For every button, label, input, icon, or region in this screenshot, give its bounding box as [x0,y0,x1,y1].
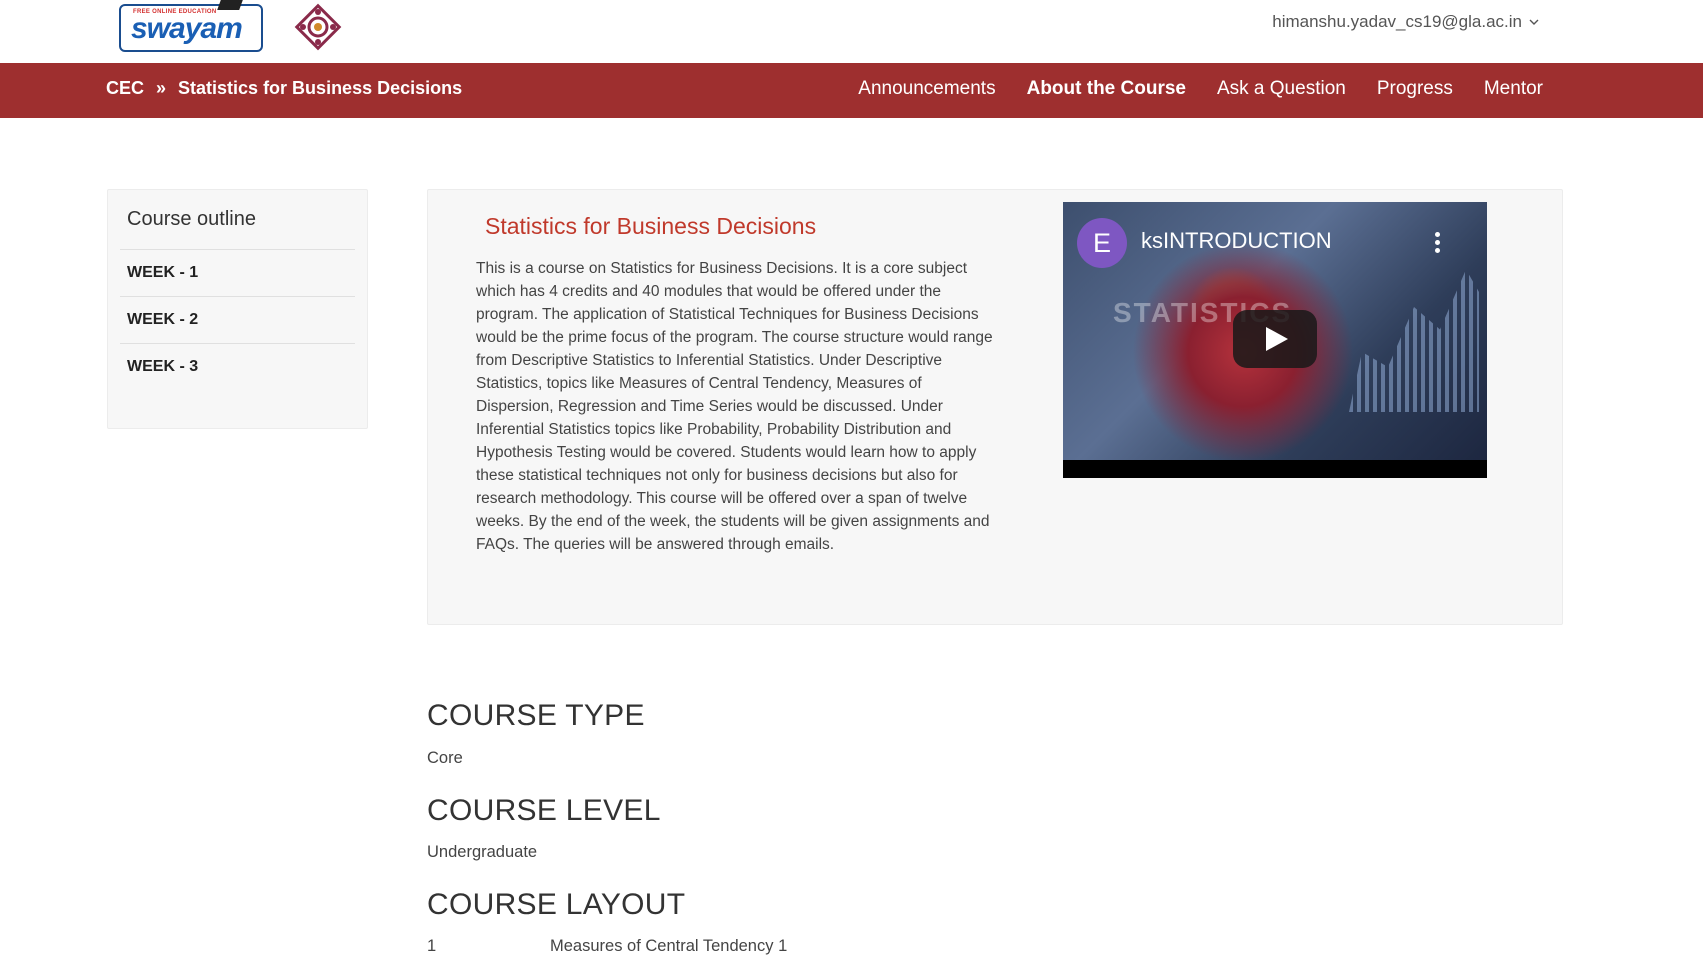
nav-about-the-course[interactable]: About the Course [1027,78,1186,100]
layout-topic: Measures of Central Tendency 1 [550,937,788,955]
course-layout-heading: COURSE LAYOUT [427,888,686,921]
chevron-down-icon [1529,19,1539,25]
intro-video-player[interactable]: STATISTICS E ksINTRODUCTION [1063,202,1487,478]
course-title: Statistics for Business Decisions [485,213,817,239]
nav-announcements[interactable]: Announcements [858,78,995,100]
course-type-value: Core [427,749,463,767]
logo-text: swayam [131,12,243,45]
breadcrumb-cec[interactable]: CEC [106,78,144,99]
play-button[interactable] [1233,310,1317,368]
more-options-icon[interactable] [1435,232,1441,254]
nav-mentor[interactable]: Mentor [1484,78,1543,100]
sidebar-item-week-2[interactable]: WEEK - 2 [120,296,355,343]
course-description: This is a course on Statistics for Busin… [476,260,993,553]
sidebar-item-week-3[interactable]: WEEK - 3 [120,343,355,390]
course-level-heading: COURSE LEVEL [427,794,661,827]
nav-progress[interactable]: Progress [1377,78,1453,100]
sidebar-item-week-1[interactable]: WEEK - 1 [120,249,355,296]
video-bottom-bar [1063,460,1487,478]
nav-links: Announcements About the Course Ask a Que… [858,78,1543,100]
graduation-cap-icon [217,0,243,10]
course-outline-panel: Course outline WEEK - 1 WEEK - 2 WEEK - … [107,189,368,429]
week-list: WEEK - 1 WEEK - 2 WEEK - 3 [120,249,355,390]
course-type-heading: COURSE TYPE [427,699,645,732]
nav-ask-a-question[interactable]: Ask a Question [1217,78,1346,100]
breadcrumb-separator: » [156,78,167,98]
course-level-value: Undergraduate [427,843,538,861]
channel-avatar[interactable]: E [1077,218,1127,268]
course-navbar: CEC » Statistics for Business Decisions … [0,63,1703,118]
breadcrumb: CEC » Statistics for Business Decisions [106,78,462,99]
user-menu[interactable]: himanshu.yadav_cs19@gla.ac.in [1272,12,1540,32]
breadcrumb-course[interactable]: Statistics for Business Decisions [178,78,462,99]
user-email: himanshu.yadav_cs19@gla.ac.in [1272,12,1522,31]
video-title[interactable]: ksINTRODUCTION [1141,228,1332,254]
layout-week-number: 1 [427,937,437,955]
top-header: FREE ONLINE EDUCATION swayam himanshu.ya… [0,0,1703,63]
emblem-logo-icon [294,3,342,51]
swayam-logo[interactable]: FREE ONLINE EDUCATION swayam [119,0,263,52]
course-outline-title: Course outline [127,208,256,230]
